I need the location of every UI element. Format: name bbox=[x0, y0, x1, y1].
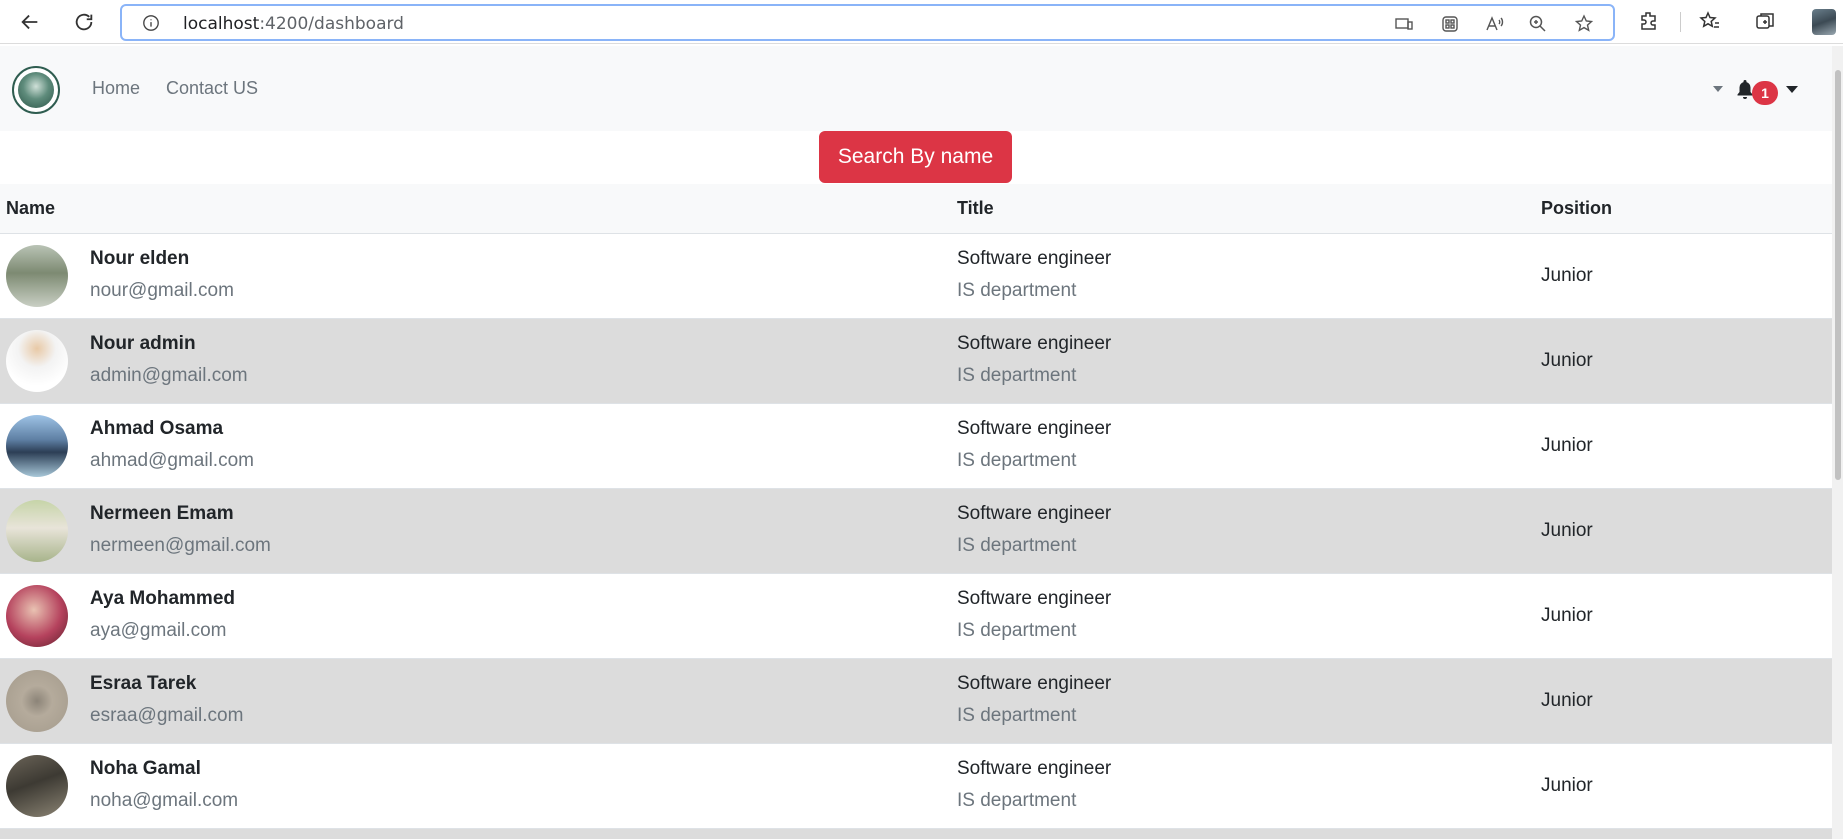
url-host: localhost bbox=[183, 14, 260, 34]
avatar bbox=[6, 755, 68, 817]
user-position: Junior bbox=[1541, 775, 1593, 796]
app-navbar: Home Contact US 1 bbox=[0, 46, 1832, 131]
user-name: Nour elden bbox=[90, 248, 190, 269]
user-position: Junior bbox=[1541, 690, 1593, 711]
user-title: Software engineer bbox=[957, 503, 1112, 524]
user-email: admin@gmail.com bbox=[90, 365, 248, 386]
table-row[interactable]: Nour elden nour@gmail.com Software engin… bbox=[0, 234, 1832, 319]
user-email: nour@gmail.com bbox=[90, 280, 234, 301]
dropdown-caret-icon[interactable] bbox=[1713, 86, 1723, 92]
table-row[interactable]: Aya Mohammed aya@gmail.com Software engi… bbox=[0, 574, 1832, 659]
user-name: Nermeen Emam bbox=[90, 503, 234, 524]
add-favorite-icon[interactable] bbox=[1574, 14, 1594, 34]
user-title: Software engineer bbox=[957, 588, 1112, 609]
extensions-icon[interactable] bbox=[1638, 10, 1660, 32]
table-row[interactable]: Noha Gamal noha@gmail.com Software engin… bbox=[0, 744, 1832, 829]
user-email: aya@gmail.com bbox=[90, 620, 227, 641]
avatar bbox=[6, 670, 68, 732]
user-name: Aya Mohammed bbox=[90, 588, 235, 609]
app-available-icon[interactable] bbox=[1394, 14, 1414, 34]
user-name: Ahmad Osama bbox=[90, 418, 224, 439]
collections-icon[interactable] bbox=[1754, 10, 1776, 32]
table-row[interactable]: Nermeen Emam nermeen@gmail.com Software … bbox=[0, 489, 1832, 574]
site-info-icon[interactable] bbox=[142, 14, 160, 32]
notification-badge: 1 bbox=[1752, 81, 1778, 105]
user-email: esraa@gmail.com bbox=[90, 705, 244, 726]
user-department: IS department bbox=[957, 620, 1077, 641]
user-position: Junior bbox=[1541, 435, 1593, 456]
url-text[interactable]: localhost:4200/dashboard bbox=[183, 14, 404, 34]
logo-emblem bbox=[18, 72, 54, 108]
user-email: noha@gmail.com bbox=[90, 790, 239, 811]
avatar bbox=[6, 415, 68, 477]
search-by-name-button[interactable]: Search By name bbox=[819, 131, 1012, 183]
user-title: Software engineer bbox=[957, 418, 1112, 439]
user-department: IS department bbox=[957, 450, 1077, 471]
table-row[interactable]: Esraa Tarek esraa@gmail.com Software eng… bbox=[0, 659, 1832, 744]
brand-logo[interactable] bbox=[12, 66, 60, 114]
table-row[interactable]: Ahmad Osama ahmad@gmail.com Software eng… bbox=[0, 404, 1832, 489]
nav-link-home[interactable]: Home bbox=[92, 78, 140, 99]
header-position: Position bbox=[1541, 198, 1612, 218]
notification-caret-icon[interactable] bbox=[1786, 86, 1798, 93]
user-department: IS department bbox=[957, 790, 1077, 811]
zoom-icon[interactable] bbox=[1528, 14, 1548, 34]
refresh-icon[interactable] bbox=[70, 8, 98, 36]
nav-link-contact[interactable]: Contact US bbox=[166, 78, 258, 99]
user-title: Software engineer bbox=[957, 333, 1112, 354]
address-bar[interactable]: localhost:4200/dashboard bbox=[120, 4, 1615, 41]
user-email: ahmad@gmail.com bbox=[90, 450, 254, 471]
user-title: Software engineer bbox=[957, 248, 1112, 269]
back-icon[interactable] bbox=[16, 8, 44, 36]
avatar bbox=[6, 500, 68, 562]
user-name: Noha Gamal bbox=[90, 758, 201, 779]
user-email: nermeen@gmail.com bbox=[90, 535, 271, 556]
table-header: Name Title Position bbox=[0, 184, 1832, 234]
browser-toolbar: localhost:4200/dashboard bbox=[0, 0, 1843, 44]
user-position: Junior bbox=[1541, 520, 1593, 541]
table-row[interactable]: Nour admin admin@gmail.com Software engi… bbox=[0, 319, 1832, 404]
user-position: Junior bbox=[1541, 605, 1593, 626]
scrollbar-thumb[interactable] bbox=[1835, 70, 1841, 480]
header-title: Title bbox=[957, 198, 994, 218]
url-path: :4200/dashboard bbox=[259, 14, 404, 34]
avatar bbox=[6, 245, 68, 307]
browser-profile-avatar[interactable] bbox=[1812, 9, 1836, 35]
user-department: IS department bbox=[957, 705, 1077, 726]
header-name: Name bbox=[6, 198, 56, 218]
user-position: Junior bbox=[1541, 265, 1593, 286]
user-name: Esraa Tarek bbox=[90, 673, 197, 694]
user-department: IS department bbox=[957, 535, 1077, 556]
user-title: Software engineer bbox=[957, 673, 1112, 694]
read-aloud-icon[interactable] bbox=[1484, 14, 1504, 34]
user-name: Nour admin bbox=[90, 333, 196, 354]
favorites-icon[interactable] bbox=[1699, 10, 1721, 32]
next-row-partial bbox=[0, 829, 1832, 839]
user-department: IS department bbox=[957, 280, 1077, 301]
extensions-grid-icon[interactable] bbox=[1440, 14, 1460, 34]
avatar bbox=[6, 585, 68, 647]
toolbar-separator bbox=[1680, 12, 1681, 32]
user-department: IS department bbox=[957, 365, 1077, 386]
user-title: Software engineer bbox=[957, 758, 1112, 779]
avatar bbox=[6, 330, 68, 392]
user-position: Junior bbox=[1541, 350, 1593, 371]
